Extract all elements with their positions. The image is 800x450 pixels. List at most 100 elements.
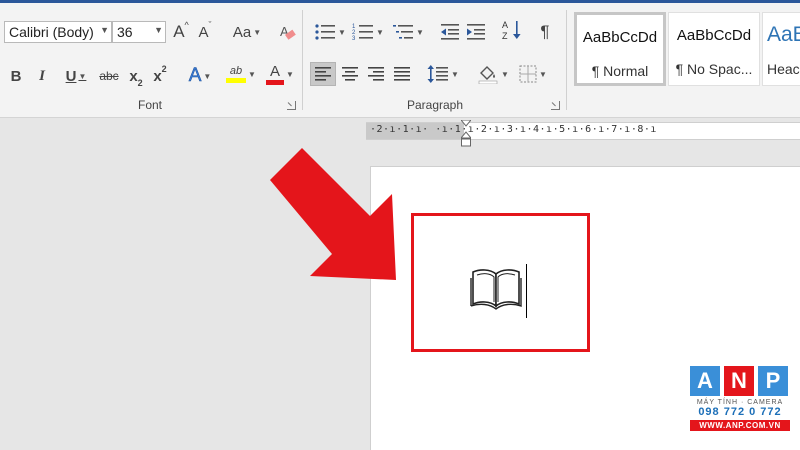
logo-letter-n: N bbox=[724, 366, 754, 396]
strikethrough-button[interactable]: abc bbox=[96, 64, 122, 88]
font-name-value: Calibri (Body) bbox=[9, 24, 94, 40]
pointer-arrow-icon bbox=[270, 148, 396, 280]
underline-icon: U bbox=[65, 67, 77, 85]
style-no-spacing[interactable]: AaBbCcDd ¶ No Spac... bbox=[668, 12, 760, 86]
ribbon: Calibri (Body) ▼ 36 ▼ A^ Aˇ Aa▼ A B I bbox=[0, 0, 800, 118]
line-spacing-button[interactable]: ▼ bbox=[424, 62, 462, 86]
numbering-button[interactable]: 1 2 3 ▼ bbox=[350, 20, 386, 44]
open-book-icon bbox=[470, 269, 522, 310]
font-name-combo[interactable]: Calibri (Body) ▼ bbox=[4, 21, 112, 43]
style-name: ¶ No Spac... bbox=[675, 61, 753, 77]
bold-button[interactable]: B bbox=[6, 64, 26, 88]
logo-letter-p: P bbox=[758, 366, 788, 396]
change-case-button[interactable]: Aa ▼ bbox=[230, 20, 264, 44]
font-color-icon: A bbox=[270, 63, 281, 80]
justify-button[interactable] bbox=[390, 62, 414, 86]
indent-marker-icon[interactable] bbox=[461, 120, 471, 150]
font-group-label: Font bbox=[137, 98, 162, 112]
svg-text:Z: Z bbox=[502, 31, 508, 41]
paragraph-group-label: Paragraph bbox=[406, 98, 464, 112]
text-effects-button[interactable]: A ▼ bbox=[184, 64, 216, 88]
decrease-indent-button[interactable] bbox=[438, 20, 462, 44]
multilevel-list-button[interactable]: ▼ bbox=[390, 20, 426, 44]
logo-letters: A N P bbox=[690, 366, 790, 396]
font-size-value: 36 bbox=[117, 24, 133, 40]
grow-font-icon: A bbox=[173, 22, 185, 41]
text-cursor bbox=[526, 264, 527, 318]
paragraph-group: ▼ 1 2 3 ▼ ▼ A Z ¶ ▼ ▼ ▼ Paragraph bbox=[306, 6, 564, 116]
chevron-down-icon: ▼ bbox=[154, 25, 163, 35]
grow-font-button[interactable]: A ^ bbox=[170, 20, 192, 44]
horizontal-ruler[interactable]: ·2·ı·1·ı· ·ı·1·ı·2·ı·3·ı·4·ı·5·ı·6·ı·7·ı… bbox=[366, 120, 800, 147]
shrink-font-icon: A bbox=[198, 23, 209, 41]
italic-button[interactable]: I bbox=[32, 64, 52, 88]
sort-button[interactable]: A Z bbox=[500, 18, 524, 42]
highlight-color-swatch bbox=[226, 78, 247, 83]
svg-text:A: A bbox=[502, 20, 508, 30]
style-normal[interactable]: AaBbCcDd ¶ Normal bbox=[574, 12, 666, 86]
anp-watermark-logo: A N P MÁY TÍNH · CAMERA 098 772 0 772 WW… bbox=[690, 366, 790, 446]
sort-az-icon: A Z bbox=[502, 20, 521, 41]
font-color-swatch bbox=[266, 80, 285, 85]
italic-icon: I bbox=[39, 67, 45, 84]
subscript-icon: x bbox=[129, 67, 138, 85]
align-center-button[interactable] bbox=[338, 62, 362, 86]
logo-url: WWW.ANP.COM.VN bbox=[690, 420, 790, 431]
align-right-icon bbox=[368, 67, 384, 81]
line-spacing-icon bbox=[427, 65, 449, 83]
numbered-list-icon: 1 2 3 bbox=[352, 24, 374, 41]
bold-icon: B bbox=[10, 67, 22, 85]
increase-indent-icon bbox=[467, 24, 485, 40]
bullets-button[interactable]: ▼ bbox=[312, 20, 348, 44]
multilevel-list-icon bbox=[393, 25, 414, 39]
group-divider bbox=[566, 10, 567, 110]
bullet-list-icon bbox=[315, 24, 336, 40]
pilcrow-icon: ¶ bbox=[540, 22, 550, 41]
logo-phone: 098 772 0 772 bbox=[698, 406, 782, 418]
style-heading[interactable]: AaBl Heac bbox=[762, 12, 800, 86]
svg-text:3: 3 bbox=[352, 36, 356, 41]
ribbon-accent-bar bbox=[0, 0, 800, 3]
highlight-button[interactable]: ab ▼ bbox=[222, 62, 260, 86]
style-sample: AaBbCcDd bbox=[676, 27, 752, 44]
highlighter-icon: ab bbox=[229, 65, 243, 77]
clear-formatting-icon: A bbox=[280, 24, 296, 40]
style-name: ¶ Normal bbox=[591, 63, 649, 79]
font-group: Calibri (Body) ▼ 36 ▼ A^ Aˇ Aa▼ A B I bbox=[0, 6, 300, 116]
align-left-button[interactable] bbox=[310, 62, 336, 86]
styles-gallery: AaBbCcDd ¶ Normal AaBbCcDd ¶ No Spac... … bbox=[574, 12, 800, 86]
logo-subtitle: MÁY TÍNH · CAMERA bbox=[696, 399, 784, 406]
subscript-button[interactable]: x2 bbox=[126, 64, 146, 89]
strikethrough-icon: abc bbox=[99, 69, 119, 83]
style-sample: AaBl bbox=[767, 23, 800, 46]
shading-button[interactable]: ▼ bbox=[474, 62, 512, 86]
change-case-icon: Aa bbox=[232, 23, 252, 41]
borders-button[interactable]: ▼ bbox=[514, 62, 552, 86]
style-name: Heac bbox=[767, 61, 800, 77]
increase-indent-button[interactable] bbox=[464, 20, 488, 44]
underline-button[interactable]: U ▼ bbox=[58, 64, 94, 88]
shrink-font-button[interactable]: Aˇ bbox=[194, 20, 216, 44]
font-color-button[interactable]: A ▼ bbox=[262, 62, 298, 86]
align-center-icon bbox=[342, 67, 358, 81]
text-effects-icon: A bbox=[188, 65, 202, 87]
clear-formatting-button[interactable]: A bbox=[276, 20, 298, 44]
decrease-indent-icon bbox=[441, 24, 459, 40]
superscript-icon: x bbox=[153, 67, 162, 85]
group-divider bbox=[302, 10, 303, 110]
font-dialog-launcher-icon[interactable] bbox=[287, 101, 296, 110]
superscript-button[interactable]: x2 bbox=[150, 64, 170, 88]
paragraph-dialog-launcher-icon[interactable] bbox=[551, 101, 560, 110]
align-right-button[interactable] bbox=[364, 62, 388, 86]
logo-letter-a: A bbox=[690, 366, 720, 396]
paint-bucket-icon bbox=[478, 66, 498, 84]
style-sample: AaBbCcDd bbox=[582, 29, 658, 46]
font-size-combo[interactable]: 36 ▼ bbox=[112, 21, 166, 43]
borders-icon bbox=[519, 65, 537, 83]
chevron-down-icon: ▼ bbox=[100, 25, 109, 35]
show-formatting-marks-button[interactable]: ¶ bbox=[534, 20, 556, 44]
justify-icon bbox=[394, 67, 410, 81]
superscript-digit: 2 bbox=[161, 64, 167, 74]
subscript-digit: 2 bbox=[137, 78, 143, 88]
ruler-scale: ·2·ı·1·ı· ·ı·1·ı·2·ı·3·ı·4·ı·5·ı·6·ı·7·ı… bbox=[370, 124, 657, 135]
